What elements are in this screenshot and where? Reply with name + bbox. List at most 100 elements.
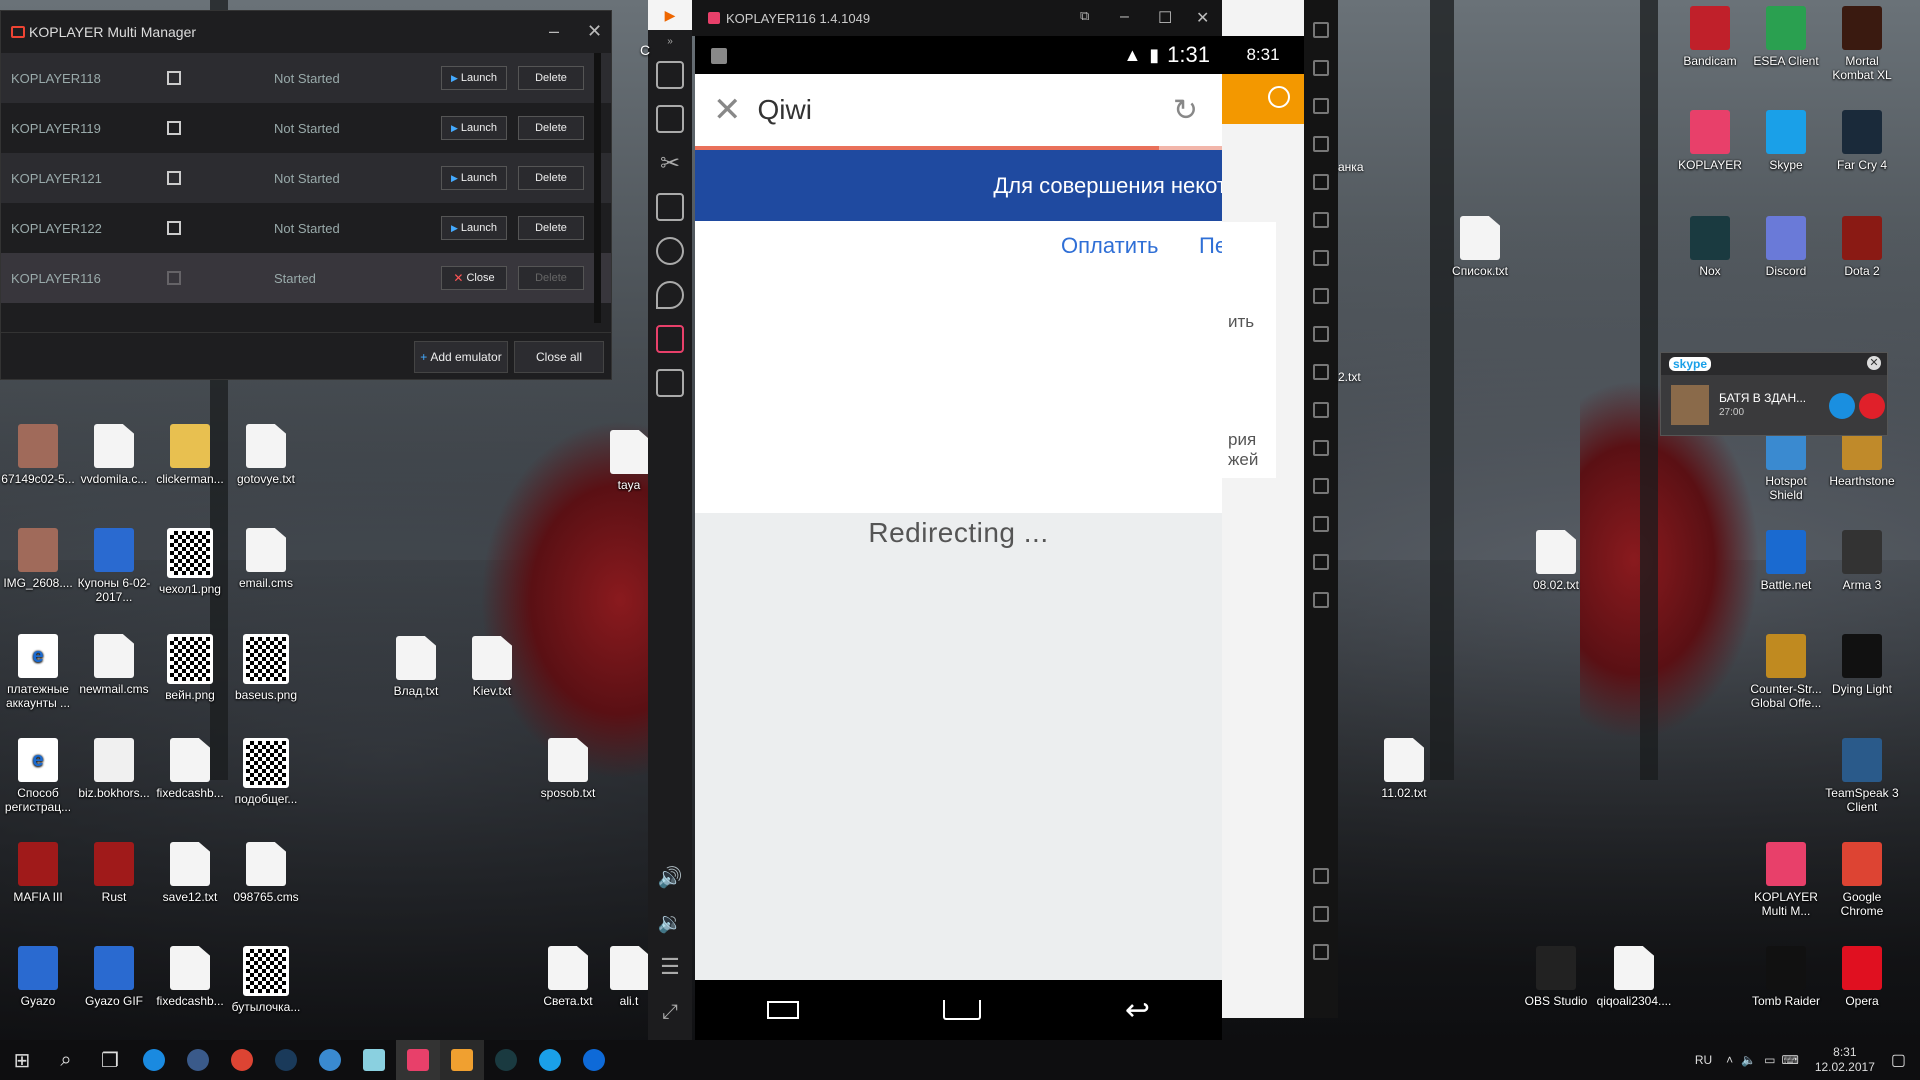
edit-icon[interactable] [167,171,181,185]
gyazo-taskbar-icon[interactable] [132,1040,176,1080]
desktop-icon[interactable]: Список.txt [1442,216,1518,278]
minimize-icon[interactable]: – [549,21,559,42]
desktop-icon[interactable]: qiqoali2304.... [1596,946,1672,1008]
back-icon[interactable] [1313,868,1329,884]
desktop-icon[interactable]: newmail.cms [76,634,152,696]
expand-chevron-icon[interactable]: » [648,36,692,47]
desktop-icon[interactable]: 67149c02-5... [0,424,76,486]
start-icon[interactable]: ⊞ [0,1040,44,1080]
volume-up-icon[interactable]: 🔊 [648,865,692,890]
gamepad-icon[interactable] [1313,478,1329,494]
apk-install-icon[interactable] [656,369,684,397]
edit-icon[interactable] [167,121,181,135]
desktop-icon[interactable]: 08.02.txt [1518,530,1594,592]
desktop-icon[interactable]: e Способ регистрац... [0,738,76,814]
minimize-icon[interactable]: – [1120,8,1129,26]
screenshot-icon[interactable] [656,105,684,133]
desktop-icon[interactable]: Skype [1748,110,1824,172]
desktop-icon[interactable]: TeamSpeak 3 Client [1824,738,1900,814]
desktop-icon[interactable]: вейн.png [152,634,228,702]
desktop-icon[interactable]: Discord [1748,216,1824,278]
tab-pay[interactable]: Оплатить [1061,233,1159,259]
delete-button[interactable]: Delete [518,116,584,140]
desktop-icon[interactable]: Bandicam [1672,6,1748,68]
fullscreen-icon[interactable]: ⤢ [648,1001,692,1024]
volume-icon[interactable]: 🔈 [1741,1053,1756,1067]
skype-taskbar-icon[interactable] [528,1040,572,1080]
keyboard-layout-icon[interactable]: ⌨ [1781,1053,1798,1067]
camera-icon[interactable] [656,237,684,265]
rotate-icon[interactable] [1313,60,1329,76]
recent-apps-icon[interactable] [766,1001,799,1019]
desktop-icon[interactable]: fixedcashb... [152,946,228,1008]
scissors-icon[interactable] [1313,136,1329,152]
microphone-icon[interactable] [1829,393,1855,419]
desktop-icon[interactable]: ESEA Client [1748,6,1824,68]
desktop-icon[interactable]: Купоны 6-02-2017... [76,528,152,604]
desktop-icon[interactable]: 11.02.txt [1366,738,1442,800]
launch-button[interactable]: ▶ Launch [441,216,507,240]
close-icon[interactable]: ✕ [713,90,742,130]
steam-taskbar-icon[interactable] [264,1040,308,1080]
desktop-icon[interactable]: Rust [76,842,152,904]
hotspot-shield-taskbar-icon[interactable] [308,1040,352,1080]
launch-button[interactable]: ▶ Launch [441,66,507,90]
add-emulator-button[interactable]: + Add emulator [414,341,508,373]
desktop-icon[interactable]: Counter-Str... Global Offe... [1748,634,1824,710]
desktop-icon[interactable]: clickerman... [152,424,228,486]
desktop-icon[interactable]: sposob.txt [530,738,606,800]
desktop-icon[interactable]: gotovye.txt [228,424,304,486]
home-icon[interactable] [942,1000,981,1020]
desktop-icon[interactable]: Dying Light [1824,634,1900,696]
menu-icon[interactable]: ☰ [648,954,692,980]
desktop-icon[interactable]: Света.txt [530,946,606,1008]
chrome-taskbar-icon[interactable] [220,1040,264,1080]
desktop-icon[interactable]: чехол1.png [152,528,228,596]
desktop-icon[interactable]: biz.bokhors... [76,738,152,800]
desktop-icon[interactable]: e платежные аккаунты ... [0,634,76,710]
keyboard-icon[interactable] [656,61,684,89]
chevron-up-icon[interactable]: ˄ [1726,1053,1733,1067]
desktop-icon[interactable]: vvdomila.c... [76,424,152,486]
close-all-button[interactable]: Close all [514,341,604,373]
screenshot-icon[interactable] [1313,212,1329,228]
record-video-icon[interactable] [656,325,684,353]
teamspeak-taskbar-icon[interactable] [176,1040,220,1080]
launch-button[interactable]: ▶ Launch [441,166,507,190]
desktop-icon[interactable]: KOPLAYER Multi M... [1748,842,1824,918]
apk-install-icon[interactable] [1313,364,1329,380]
desktop-icon[interactable]: IMG_2608.... [0,528,76,590]
maximize-icon[interactable]: ☐ [1158,8,1172,28]
desktop-icon[interactable]: Kiev.txt [454,636,530,698]
desktop-icon[interactable]: Nox [1672,216,1748,278]
add-icon[interactable] [1313,592,1329,608]
back-icon[interactable]: ↩ [1125,993,1150,1028]
android-icon[interactable] [1313,516,1329,532]
close-icon[interactable]: ✕ [1867,356,1881,370]
desktop-icon[interactable]: MAFIA III [0,842,76,904]
more-icon[interactable] [1313,22,1329,38]
close-icon[interactable]: ✕ [587,21,602,42]
profile-icon[interactable] [1268,86,1290,108]
recent-apps-icon[interactable] [1313,944,1329,960]
notepad-taskbar-icon[interactable] [352,1040,396,1080]
desktop-icon[interactable]: Arma 3 [1824,530,1900,592]
delete-button[interactable]: Delete [518,166,584,190]
launch-button[interactable]: ▶ Launch [441,116,507,140]
volume-down-icon[interactable] [1313,326,1329,342]
desktop-icon[interactable]: Gyazo [0,946,76,1008]
inbox-icon[interactable] [656,193,684,221]
emulator-row[interactable]: KOPLAYER118 Not Started ▶ Launch Delete [1,53,611,103]
scrollbar[interactable] [594,53,601,323]
desktop-icon[interactable]: подобщег... [228,738,304,806]
koplayer-multi-taskbar-icon[interactable] [440,1040,484,1080]
skype-call-popup[interactable]: skype ✕ БАТЯ В ЗДАН... 27:00 [1660,352,1888,436]
edit-icon[interactable] [167,221,181,235]
hang-up-icon[interactable] [1859,393,1885,419]
desktop-icon[interactable]: Gyazo GIF [76,946,152,1008]
desktop-icon[interactable]: KOPLAYER [1672,110,1748,172]
desktop-icon[interactable]: Google Chrome [1824,842,1900,918]
desktop-icon[interactable]: Tomb Raider [1748,946,1824,1008]
reload-icon[interactable]: ↻ [1173,93,1198,128]
desktop-icon[interactable]: Dota 2 [1824,216,1900,278]
